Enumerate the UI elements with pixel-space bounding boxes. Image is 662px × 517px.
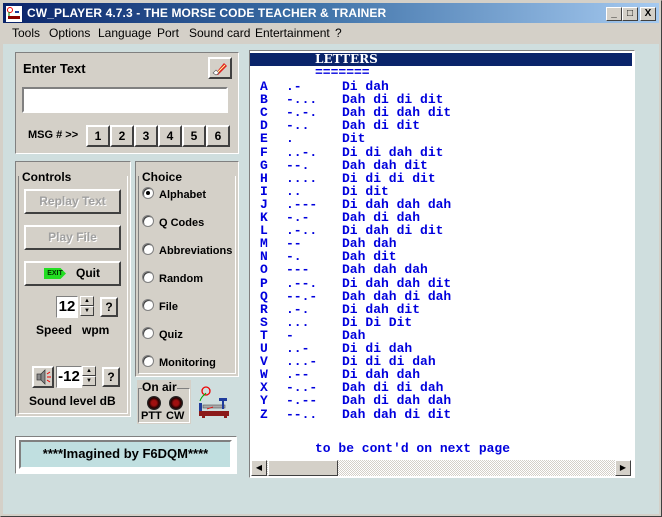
eraser-icon xyxy=(211,63,229,79)
radio-random[interactable]: Random xyxy=(142,271,203,285)
credit-frame: ****Imagined by F6DQM**** xyxy=(15,436,237,474)
menu-entertainment[interactable]: Entertainment xyxy=(255,26,330,40)
morse-letter: Z xyxy=(260,406,268,422)
ptt-led-icon xyxy=(147,396,161,410)
cw-label: CW xyxy=(166,410,185,422)
speed-help-button[interactable]: ? xyxy=(100,297,118,317)
controls-title: Controls xyxy=(22,170,72,184)
menu-sound-card[interactable]: Sound card xyxy=(189,26,250,40)
radio-q-codes[interactable]: Q Codes xyxy=(142,215,204,229)
morse-display: LETTERS ======= A .- Di dah B -... Dah di di … xyxy=(249,50,635,478)
speed-spinner[interactable]: ▲ ▼ xyxy=(80,296,94,316)
choice-title: Choice xyxy=(142,170,183,184)
morse-header-underline: ======= xyxy=(315,65,370,80)
quit-button[interactable]: EXIT Quit xyxy=(24,261,121,286)
msg-button-5[interactable]: 5 xyxy=(182,125,206,147)
enter-text-label: Enter Text xyxy=(23,61,86,76)
choice-panel: Choice Alphabet Q Codes Abbreviations Ra… xyxy=(135,161,239,377)
enter-text-panel: Enter Text MSG # >> 1 2 3 4 5 6 xyxy=(15,52,239,154)
radio-unselected-icon xyxy=(142,215,154,227)
maximize-button[interactable]: □ xyxy=(622,7,638,21)
radio-unselected-icon xyxy=(142,299,154,311)
radio-unselected-icon xyxy=(142,327,154,339)
ptt-label: PTT xyxy=(141,410,162,422)
msg-button-4[interactable]: 4 xyxy=(158,125,182,147)
speed-label: Speed wpm xyxy=(36,323,110,337)
sound-help-button[interactable]: ? xyxy=(102,367,120,387)
radio-file[interactable]: File xyxy=(142,299,178,313)
sound-level-field[interactable]: -12 xyxy=(56,366,82,388)
play-file-button[interactable]: Play File xyxy=(24,225,121,250)
morse-spoken: Dah dah di dit xyxy=(342,406,452,422)
menu-options[interactable]: Options xyxy=(49,26,90,40)
client-area: Enter Text MSG # >> 1 2 3 4 5 6 Controls… xyxy=(3,44,659,514)
radio-unselected-icon xyxy=(142,355,154,367)
key-station-icon[interactable] xyxy=(5,5,23,23)
scroll-left-icon[interactable]: ◀ xyxy=(251,460,267,476)
msg-label: MSG # >> xyxy=(28,129,79,141)
minimize-button[interactable]: _ xyxy=(606,7,622,21)
msg-button-2[interactable]: 2 xyxy=(110,125,134,147)
morse-code: --.. xyxy=(286,406,318,422)
sound-level-spinner[interactable]: ▲ ▼ xyxy=(82,366,96,386)
close-button[interactable]: X xyxy=(640,7,656,21)
menu-tools[interactable]: Tools xyxy=(12,26,40,40)
menu-help[interactable]: ? xyxy=(335,26,342,40)
radio-monitoring[interactable]: Monitoring xyxy=(142,355,216,369)
exit-arrow-icon: EXIT xyxy=(44,268,66,279)
radio-quiz[interactable]: Quiz xyxy=(142,327,183,341)
radio-unselected-icon xyxy=(142,243,154,255)
horizontal-scrollbar[interactable]: ◀ ▶ xyxy=(251,460,631,476)
main-window: CW_PLAYER 4.7.3 - THE MORSE CODE TEACHER… xyxy=(0,0,662,517)
morse-header-title: LETTERS xyxy=(315,52,378,66)
spin-up-icon[interactable]: ▲ xyxy=(80,296,94,306)
radio-alphabet[interactable]: Alphabet xyxy=(142,187,206,201)
morse-header: LETTERS xyxy=(250,52,632,66)
msg-button-6[interactable]: 6 xyxy=(206,125,230,147)
title-bar[interactable]: CW_PLAYER 4.7.3 - THE MORSE CODE TEACHER… xyxy=(3,3,659,23)
menu-port[interactable]: Port xyxy=(157,26,179,40)
radio-unselected-icon xyxy=(142,271,154,283)
quit-label: Quit xyxy=(76,266,100,280)
speed-value-field[interactable]: 12 xyxy=(56,296,78,318)
window-title: CW_PLAYER 4.7.3 - THE MORSE CODE TEACHER… xyxy=(27,6,387,20)
enter-text-input[interactable] xyxy=(22,87,228,113)
scroll-thumb[interactable] xyxy=(268,460,338,476)
on-air-panel: On air PTT CW xyxy=(137,380,191,424)
replay-text-button[interactable]: Replay Text xyxy=(24,189,121,214)
continued-notice: to be cont'd on next page xyxy=(315,441,511,456)
credit-banner: ****Imagined by F6DQM**** xyxy=(19,440,232,469)
speaker-button[interactable] xyxy=(32,366,54,388)
spin-up-icon[interactable]: ▲ xyxy=(82,366,96,376)
controls-panel: Controls Replay Text Play File EXIT Quit… xyxy=(15,161,131,417)
on-air-title: On air xyxy=(142,380,177,394)
radio-abbreviations[interactable]: Abbreviations xyxy=(142,243,232,257)
spin-down-icon[interactable]: ▼ xyxy=(82,376,96,386)
cw-led-icon xyxy=(169,396,183,410)
radio-selected-icon xyxy=(142,187,154,199)
morse-key-icon xyxy=(197,385,233,419)
spin-down-icon[interactable]: ▼ xyxy=(80,306,94,316)
clear-text-button[interactable] xyxy=(208,57,232,79)
msg-button-1[interactable]: 1 xyxy=(86,125,110,147)
speaker-icon xyxy=(34,369,52,389)
msg-button-3[interactable]: 3 xyxy=(134,125,158,147)
menu-language[interactable]: Language xyxy=(98,26,151,40)
sound-level-label: Sound level dB xyxy=(29,394,116,408)
menu-bar: Tools Options Language Port Sound card E… xyxy=(3,24,659,43)
scroll-right-icon[interactable]: ▶ xyxy=(615,460,631,476)
